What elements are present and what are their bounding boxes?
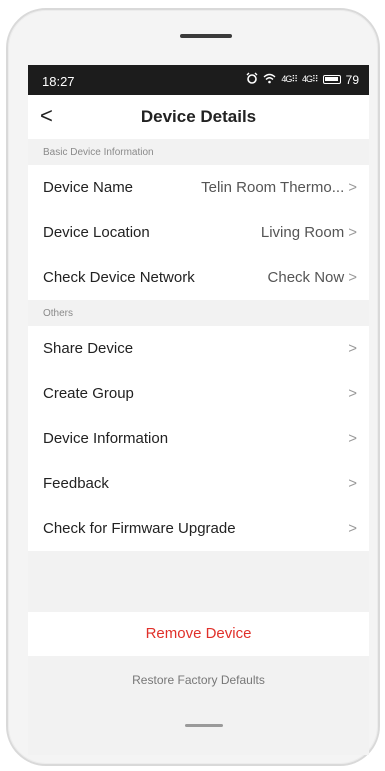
- phone-speaker: [180, 34, 232, 38]
- restore-factory-defaults-button[interactable]: Restore Factory Defaults: [28, 665, 369, 695]
- network-type-1: 4G: [281, 74, 292, 84]
- signal-icon-2: 4G⠿: [302, 74, 319, 84]
- chevron-right-icon: >: [348, 520, 357, 537]
- remove-device-button[interactable]: Remove Device: [28, 612, 369, 656]
- signal-icon-1: 4G⠿: [281, 74, 298, 84]
- row-label: Feedback: [43, 475, 109, 492]
- row-label: Create Group: [43, 385, 134, 402]
- chevron-right-icon: >: [348, 340, 357, 357]
- chevron-right-icon: >: [348, 224, 357, 241]
- navigation-header: < Device Details: [28, 95, 369, 139]
- device-name-value: Telin Room Thermo...: [201, 179, 345, 196]
- row-label: Check Device Network: [43, 269, 195, 286]
- device-location-value: Living Room: [260, 224, 345, 241]
- chevron-right-icon: >: [348, 269, 357, 286]
- chevron-right-icon: >: [348, 475, 357, 492]
- screen: 18:27 4G⠿ 4G⠿ 79 < Device Details Basic …: [28, 65, 369, 755]
- chevron-right-icon: >: [348, 179, 357, 196]
- status-bar: 18:27 4G⠿ 4G⠿ 79: [28, 65, 369, 95]
- page-title: Device Details: [140, 107, 257, 126]
- battery-icon: [322, 75, 341, 84]
- chevron-right-icon: >: [348, 430, 357, 447]
- home-indicator[interactable]: [185, 724, 223, 727]
- firmware-upgrade-row[interactable]: Check for Firmware Upgrade >: [28, 506, 369, 551]
- alarm-icon: [246, 72, 258, 87]
- wifi-icon: [263, 73, 276, 87]
- check-network-row[interactable]: Check Device Network Check Now >: [28, 255, 369, 300]
- share-device-row[interactable]: Share Device >: [28, 326, 369, 371]
- feedback-row[interactable]: Feedback >: [28, 461, 369, 506]
- network-type-2: 4G: [302, 74, 313, 84]
- section-label-basic: Basic Device Information: [28, 139, 369, 165]
- row-label: Device Name: [43, 179, 134, 196]
- row-label: Share Device: [43, 340, 134, 357]
- section-label-others: Others: [28, 300, 369, 326]
- create-group-row[interactable]: Create Group >: [28, 371, 369, 416]
- row-label: Device Location: [43, 224, 150, 241]
- basic-info-group: Device Name Telin Room Thermo... > Devic…: [28, 165, 369, 300]
- chevron-right-icon: >: [348, 385, 357, 402]
- row-label: Check for Firmware Upgrade: [43, 520, 236, 537]
- status-icons: 4G⠿ 4G⠿ 79: [246, 72, 359, 87]
- row-label: Device Information: [43, 430, 169, 447]
- check-now-value: Check Now: [267, 269, 345, 286]
- device-location-row[interactable]: Device Location Living Room >: [28, 210, 369, 255]
- status-time: 18:27: [42, 74, 75, 89]
- others-group: Share Device > Create Group > Device Inf…: [28, 326, 369, 551]
- device-information-row[interactable]: Device Information >: [28, 416, 369, 461]
- device-name-row[interactable]: Device Name Telin Room Thermo... >: [28, 165, 369, 210]
- phone-frame: 18:27 4G⠿ 4G⠿ 79 < Device Details Basic …: [6, 8, 380, 766]
- battery-level: 79: [345, 72, 359, 87]
